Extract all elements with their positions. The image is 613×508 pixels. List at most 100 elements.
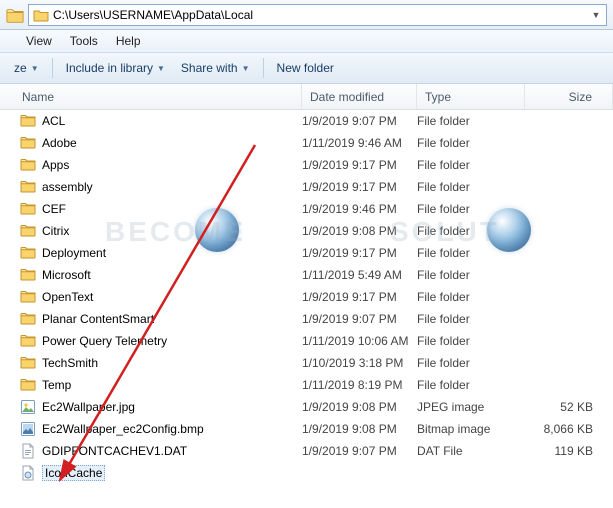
column-headers: Name Date modified Type Size: [0, 84, 613, 110]
cell-type: File folder: [417, 158, 525, 172]
menu-tools[interactable]: Tools: [70, 34, 98, 48]
file-name: Apps: [42, 158, 69, 172]
cell-name: Ec2Wallpaper.jpg: [0, 399, 302, 415]
address-input[interactable]: C:\Users\USERNAME\AppData\Local ▼: [28, 4, 607, 26]
separator: [52, 58, 53, 78]
folder-icon: [20, 135, 36, 151]
chevron-down-icon: ▼: [242, 64, 250, 73]
cell-date: 1/11/2019 8:19 PM: [302, 378, 417, 392]
cell-name: Adobe: [0, 135, 302, 151]
table-row[interactable]: Temp1/11/2019 8:19 PMFile folder: [0, 374, 613, 396]
folder-icon: [20, 157, 36, 173]
folder-icon: [20, 333, 36, 349]
chevron-down-icon: ▼: [31, 64, 39, 73]
file-name: assembly: [42, 180, 93, 194]
table-row[interactable]: Power Query Telemetry1/11/2019 10:06 AMF…: [0, 330, 613, 352]
cell-type: File folder: [417, 378, 525, 392]
table-row[interactable]: Apps 1/9/2019 9:17 PMFile folder: [0, 154, 613, 176]
cell-date: 1/11/2019 5:49 AM: [302, 268, 417, 282]
column-type[interactable]: Type: [417, 84, 525, 109]
separator: [263, 58, 264, 78]
share-with-button[interactable]: Share with ▼: [175, 58, 256, 78]
cell-size: 119 KB: [525, 444, 613, 458]
table-row[interactable]: IconCache: [0, 462, 613, 484]
folder-icon: [20, 355, 36, 371]
new-folder-button[interactable]: New folder: [271, 58, 340, 78]
cell-name: Ec2Wallpaper_ec2Config.bmp: [0, 421, 302, 437]
address-bar: C:\Users\USERNAME\AppData\Local ▼: [0, 0, 613, 30]
table-row[interactable]: TechSmith 1/10/2019 3:18 PMFile folder: [0, 352, 613, 374]
organize-button[interactable]: ze ▼: [8, 58, 45, 78]
cell-date: 1/9/2019 9:17 PM: [302, 180, 417, 194]
menu-help[interactable]: Help: [116, 34, 141, 48]
cell-date: 1/9/2019 9:46 PM: [302, 202, 417, 216]
cell-date: 1/9/2019 9:07 PM: [302, 444, 417, 458]
folder-icon: [33, 8, 49, 22]
file-name: Power Query Telemetry: [42, 334, 167, 348]
cell-type: DAT File: [417, 444, 525, 458]
table-row[interactable]: OpenText1/9/2019 9:17 PMFile folder: [0, 286, 613, 308]
cell-name: ACL: [0, 113, 302, 129]
column-size[interactable]: Size: [525, 84, 613, 109]
file-name: Microsoft: [42, 268, 91, 282]
db-icon: [20, 465, 36, 481]
bmp-icon: [20, 421, 36, 437]
folder-icon: [20, 223, 36, 239]
cell-name: assembly: [0, 179, 302, 195]
column-name[interactable]: Name: [0, 84, 302, 109]
jpeg-icon: [20, 399, 36, 415]
file-name: Deployment: [42, 246, 106, 260]
share-label: Share with: [181, 61, 238, 75]
menu-bar: View Tools Help: [0, 30, 613, 52]
table-row[interactable]: Adobe1/11/2019 9:46 AMFile folder: [0, 132, 613, 154]
cell-date: 1/9/2019 9:17 PM: [302, 158, 417, 172]
folder-icon: [20, 289, 36, 305]
folder-icon: [20, 201, 36, 217]
file-name: Ec2Wallpaper_ec2Config.bmp: [42, 422, 204, 436]
file-name: Adobe: [42, 136, 77, 150]
new-folder-label: New folder: [277, 61, 334, 75]
table-row[interactable]: GDIPFONTCACHEV1.DAT 1/9/2019 9:07 PMDAT F…: [0, 440, 613, 462]
folder-icon: [20, 311, 36, 327]
cell-type: File folder: [417, 290, 525, 304]
include-in-library-button[interactable]: Include in library ▼: [60, 58, 171, 78]
file-name: GDIPFONTCACHEV1.DAT: [42, 444, 187, 458]
file-list: ACL1/9/2019 9:07 PMFile folderAdobe1/11/…: [0, 110, 613, 484]
organize-label: ze: [14, 61, 27, 75]
file-name: ACL: [42, 114, 65, 128]
cell-type: File folder: [417, 180, 525, 194]
cell-name: Apps: [0, 157, 302, 173]
column-date[interactable]: Date modified: [302, 84, 417, 109]
file-name: OpenText: [42, 290, 93, 304]
cell-date: 1/9/2019 9:07 PM: [302, 312, 417, 326]
cell-name: Microsoft: [0, 267, 302, 283]
cell-name: OpenText: [0, 289, 302, 305]
dat-icon: [20, 443, 36, 459]
folder-icon: [20, 179, 36, 195]
table-row[interactable]: ACL1/9/2019 9:07 PMFile folder: [0, 110, 613, 132]
chevron-down-icon[interactable]: ▼: [590, 10, 602, 20]
cell-date: 1/9/2019 9:07 PM: [302, 114, 417, 128]
folder-icon: [6, 7, 24, 23]
file-name: Ec2Wallpaper.jpg: [42, 400, 135, 414]
cell-type: File folder: [417, 268, 525, 282]
table-row[interactable]: Ec2Wallpaper_ec2Config.bmp1/9/2019 9:08 …: [0, 418, 613, 440]
cell-name: GDIPFONTCACHEV1.DAT: [0, 443, 302, 459]
cell-name: Temp: [0, 377, 302, 393]
file-name: TechSmith: [42, 356, 98, 370]
cell-date: 1/10/2019 3:18 PM: [302, 356, 417, 370]
watermark-text: SOLUT: [390, 216, 500, 248]
cell-date: 1/9/2019 9:08 PM: [302, 400, 417, 414]
table-row[interactable]: Microsoft 1/11/2019 5:49 AMFile folder: [0, 264, 613, 286]
folder-icon: [20, 245, 36, 261]
folder-icon: [20, 267, 36, 283]
folder-icon: [20, 113, 36, 129]
cell-type: File folder: [417, 356, 525, 370]
file-name: CEF: [42, 202, 66, 216]
table-row[interactable]: Planar ContentSmart1/9/2019 9:07 PMFile …: [0, 308, 613, 330]
table-row[interactable]: Ec2Wallpaper.jpg1/9/2019 9:08 PMJPEG ima…: [0, 396, 613, 418]
cell-date: 1/9/2019 9:17 PM: [302, 246, 417, 260]
menu-view[interactable]: View: [26, 34, 52, 48]
cell-type: File folder: [417, 312, 525, 326]
table-row[interactable]: assembly 1/9/2019 9:17 PMFile folder: [0, 176, 613, 198]
